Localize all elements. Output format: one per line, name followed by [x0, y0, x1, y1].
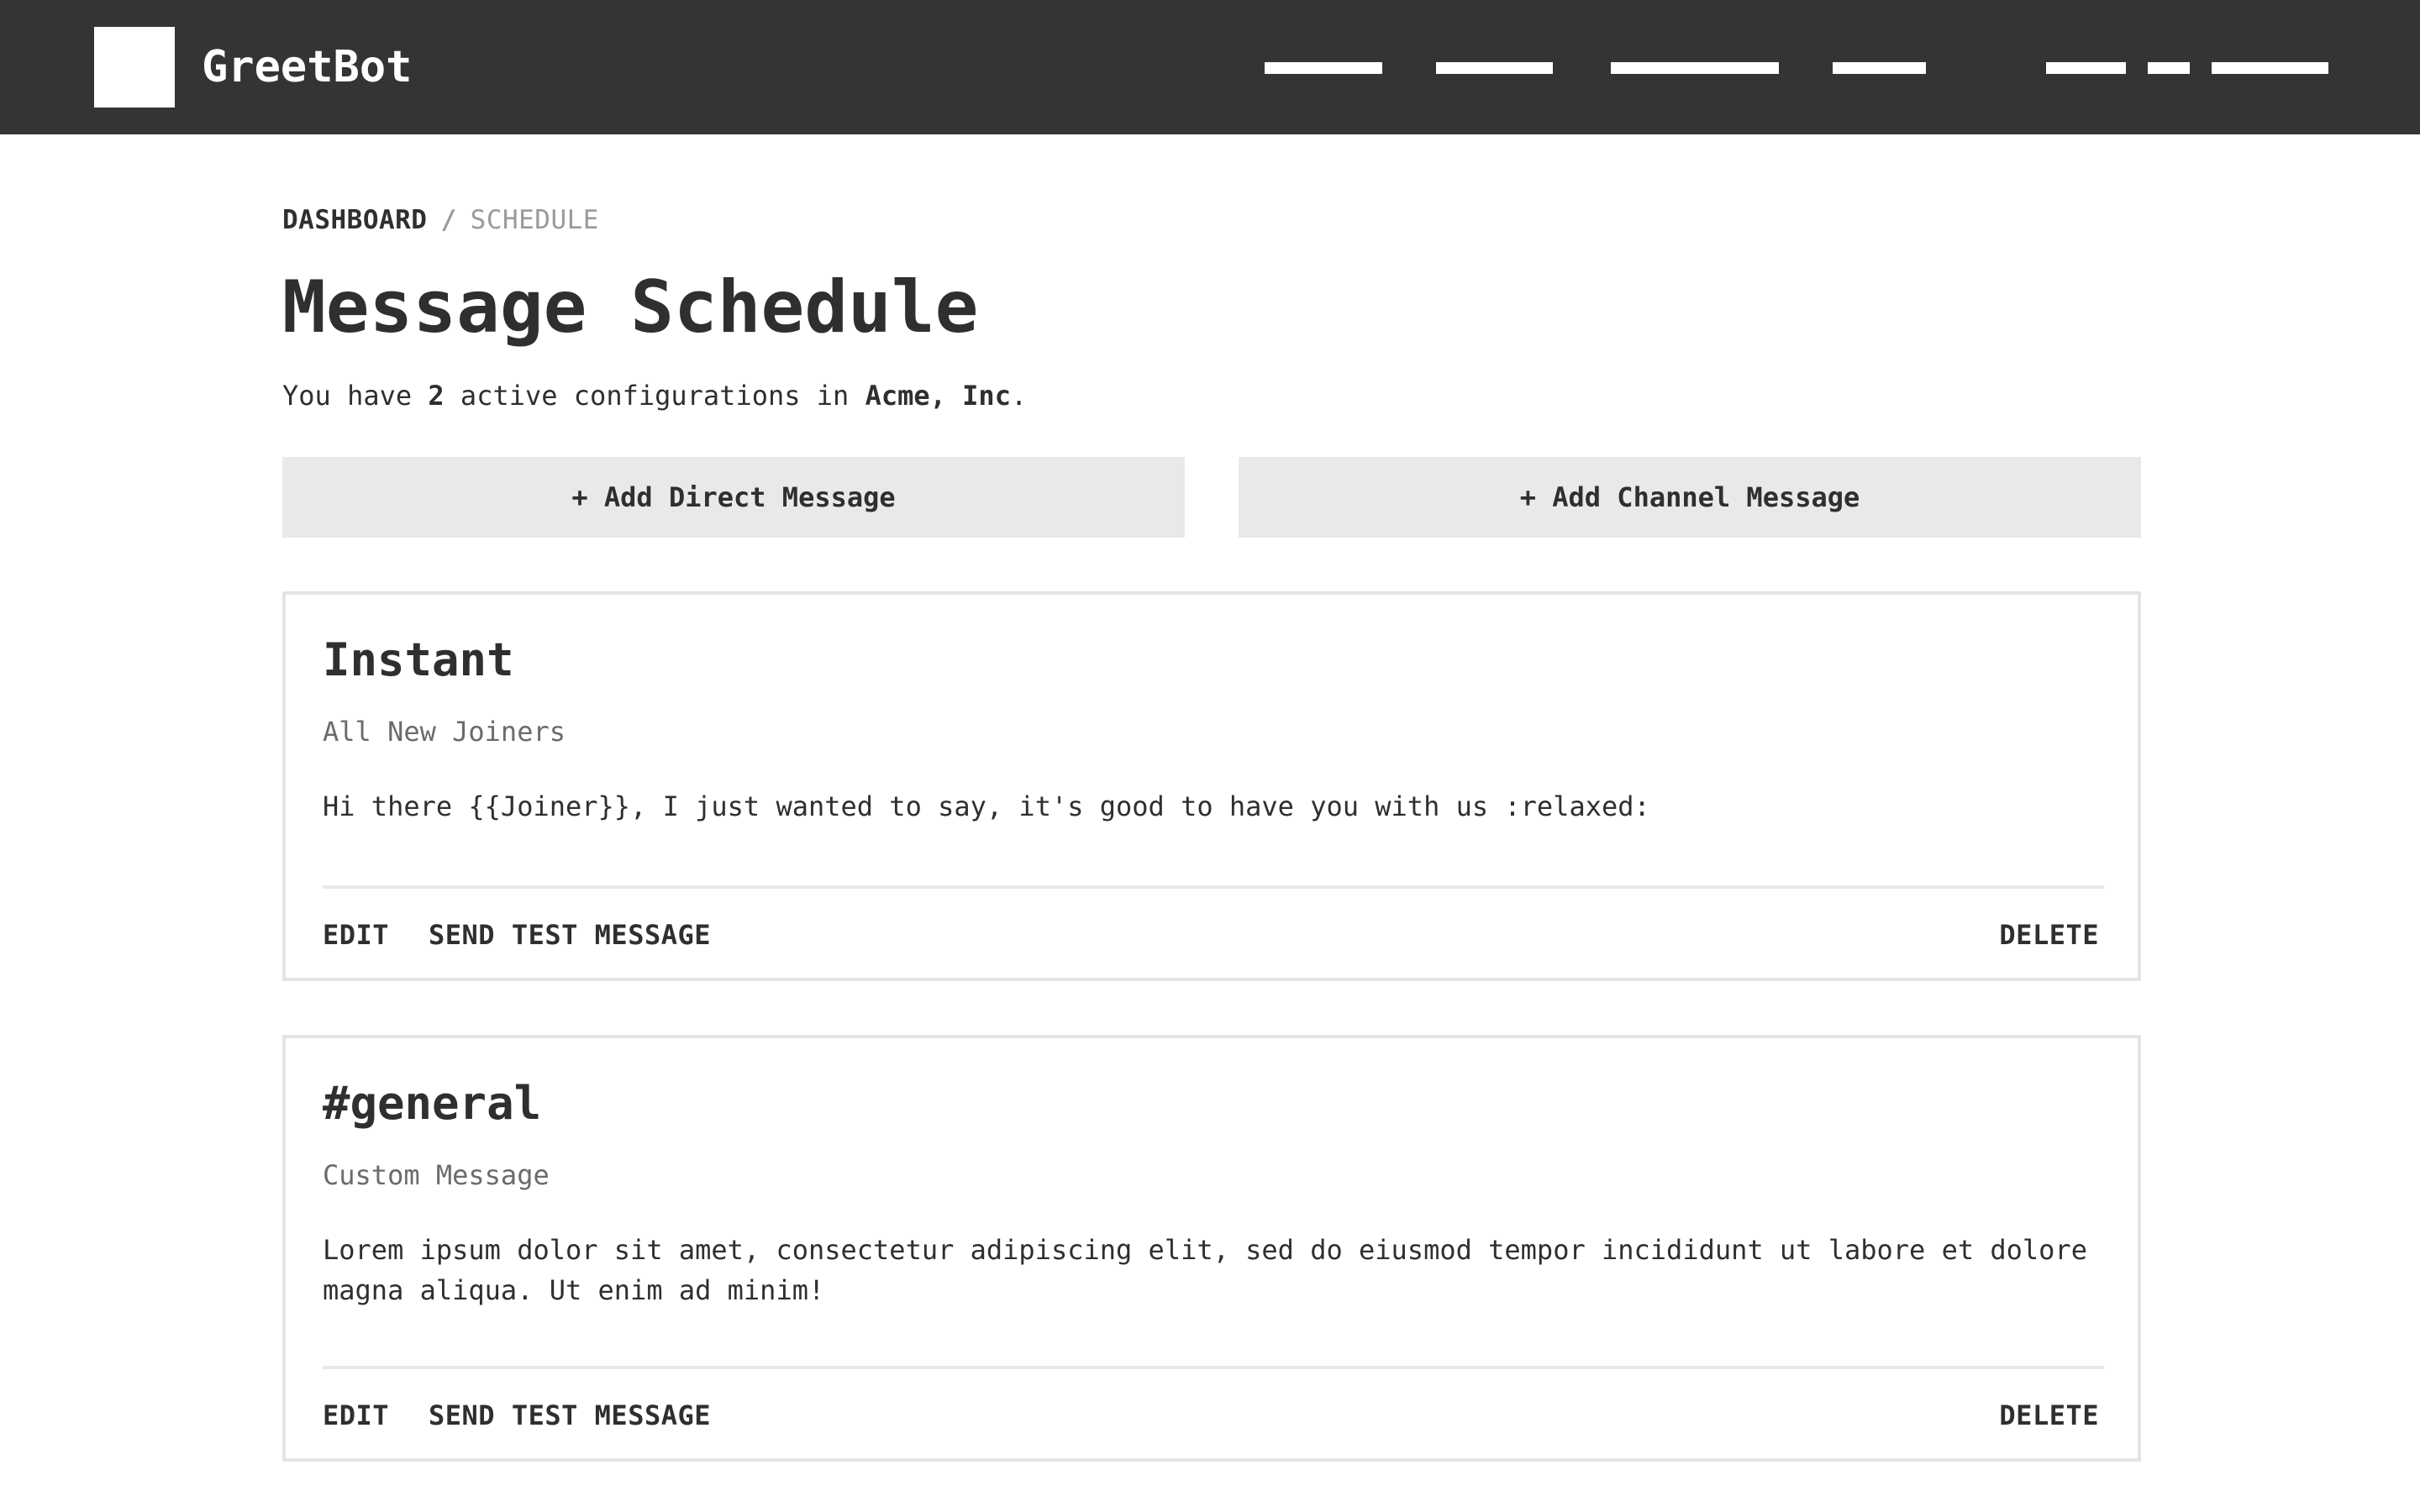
delete-button[interactable]: DELETE — [1999, 1399, 2099, 1431]
schedule-card: Instant All New Joiners Hi there {{Joine… — [282, 591, 2141, 981]
top-navbar: GreetBot — [0, 0, 2420, 134]
card-title: #general — [323, 1077, 542, 1130]
schedule-card: #general Custom Message Lorem ipsum dolo… — [282, 1035, 2141, 1462]
workspace-name: Acme, Inc — [865, 380, 1011, 412]
card-title: Instant — [323, 633, 514, 686]
add-direct-message-button[interactable]: + Add Direct Message — [282, 457, 1185, 538]
summary-middle: active configurations in — [460, 380, 850, 412]
breadcrumb-dashboard-link[interactable]: DASHBOARD — [282, 205, 427, 235]
logo-icon[interactable] — [94, 27, 175, 108]
nav-link-placeholder-1[interactable] — [1265, 62, 1382, 74]
card-message: Hi there {{Joiner}}, I just wanted to sa… — [323, 790, 1650, 822]
nav-link-placeholder-4[interactable] — [1833, 62, 1926, 74]
nav-link-placeholder-7[interactable] — [2212, 62, 2328, 74]
card-audience: Custom Message — [323, 1159, 550, 1191]
breadcrumb: DASHBOARD / SCHEDULE — [282, 205, 599, 235]
edit-button[interactable]: EDIT — [323, 1399, 389, 1431]
card-audience: All New Joiners — [323, 716, 566, 748]
add-channel-message-button[interactable]: + Add Channel Message — [1239, 457, 2141, 538]
page-title: Message Schedule — [282, 265, 979, 349]
nav-link-placeholder-6[interactable] — [2148, 62, 2190, 74]
configurations-summary: You have 2 active configurations in Acme… — [282, 380, 1027, 412]
card-divider — [323, 1366, 2104, 1369]
breadcrumb-separator: / — [440, 205, 457, 235]
summary-prefix: You have — [282, 380, 413, 412]
send-test-message-button[interactable]: SEND TEST MESSAGE — [429, 1399, 711, 1431]
summary-suffix: . — [1010, 380, 1028, 412]
nav-link-placeholder-3[interactable] — [1611, 62, 1779, 74]
breadcrumb-current: SCHEDULE — [470, 205, 599, 235]
nav-link-placeholder-2[interactable] — [1436, 62, 1553, 74]
send-test-message-button[interactable]: SEND TEST MESSAGE — [429, 919, 711, 951]
active-count: 2 — [428, 380, 445, 412]
edit-button[interactable]: EDIT — [323, 919, 389, 951]
nav-link-placeholder-5[interactable] — [2046, 62, 2126, 74]
delete-button[interactable]: DELETE — [1999, 919, 2099, 951]
brand-name[interactable]: GreetBot — [202, 0, 412, 134]
card-message: Lorem ipsum dolor sit amet, consectetur … — [323, 1234, 2087, 1306]
card-divider — [323, 885, 2104, 889]
